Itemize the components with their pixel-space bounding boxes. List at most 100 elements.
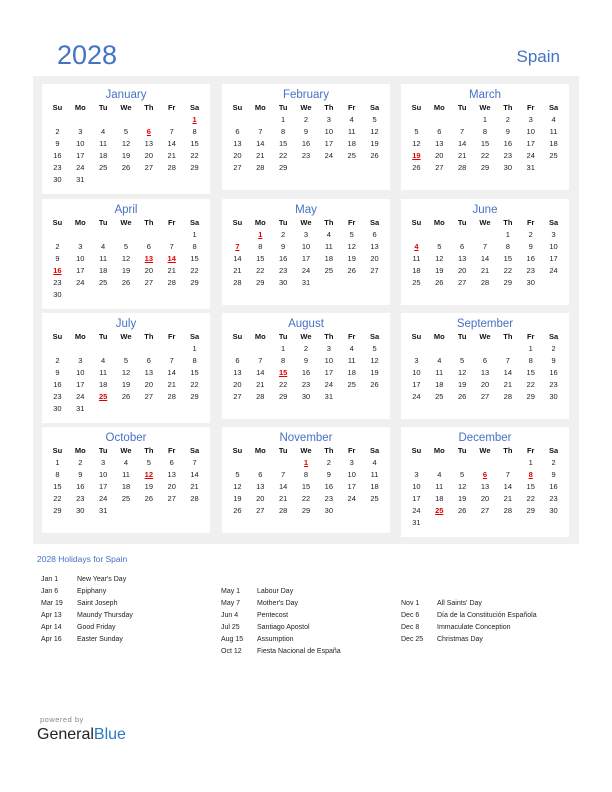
calendar-day: 23 xyxy=(549,380,558,389)
calendar-day: 27 xyxy=(480,392,490,401)
month-july: July Su Mo Tu We Th Fr Sa 1 2 3 4 5 6 7 8 9 10 11 12 13 14 15 1… xyxy=(42,313,210,423)
weekday-header: Fr xyxy=(167,446,176,455)
calendar-day: 3 xyxy=(414,470,419,479)
holiday-day: 1 xyxy=(303,458,309,467)
holiday-day: 8 xyxy=(528,470,533,479)
weekday-header: Th xyxy=(503,332,513,341)
weekday-header: Tu xyxy=(98,446,108,455)
calendar-day: 18 xyxy=(370,482,379,491)
calendar-day: 21 xyxy=(233,266,242,275)
calendar-day: 26 xyxy=(457,392,467,401)
calendar-day: 18 xyxy=(347,368,356,377)
calendar-day: 15 xyxy=(278,139,288,148)
empty-day xyxy=(137,343,160,355)
holiday-item: Oct 12 Fiesta Nacional de España xyxy=(221,646,341,658)
calendar-day: 17 xyxy=(324,368,334,377)
calendar-day: 16 xyxy=(503,139,513,148)
calendar-day: 25 xyxy=(324,266,334,275)
empty-day xyxy=(160,229,183,241)
calendar-day: 23 xyxy=(526,266,535,275)
calendar-day: 15 xyxy=(190,368,199,377)
calendar-day: 18 xyxy=(549,139,558,148)
weekday-header: Sa xyxy=(189,103,200,112)
calendar-day: 11 xyxy=(370,470,379,479)
month-june: June Su Mo Tu We Th Fr Sa 1 2 3 4 5 6 7 8 9 10 11 12 13 14 15 1… xyxy=(401,199,569,305)
empty-day xyxy=(115,114,138,126)
calendar-day: 18 xyxy=(435,380,444,389)
month-october: October Su Mo Tu We Th Fr Sa 1 2 3 4 5 6 7 8 9 10 11 12 13 14… xyxy=(42,427,210,533)
weekday-header: Mo xyxy=(74,446,86,455)
month-days-grid: Su Mo Tu We Th Fr Sa 1 2 3 4 5 6 7 8 9 10 11 12 13 14 15 16 17 1… xyxy=(42,331,210,415)
calendar-day: 8 xyxy=(258,242,263,251)
empty-day xyxy=(115,343,138,355)
calendar-day: 23 xyxy=(301,380,311,389)
calendar-day: 4 xyxy=(326,230,331,239)
holiday-item: Jul 25 Santiago Apostol xyxy=(221,622,341,634)
holiday-item: Jan 1 New Year's Day xyxy=(41,574,133,586)
holiday-day: 25 xyxy=(435,506,444,515)
weekday-header: Th xyxy=(144,332,154,341)
weekday-header: Tu xyxy=(457,218,467,227)
calendar-day: 29 xyxy=(503,278,513,287)
logo-general: General xyxy=(37,726,94,743)
calendar-day: 28 xyxy=(503,392,513,401)
calendar-day: 6 xyxy=(437,127,442,136)
calendar-day: 12 xyxy=(457,482,467,491)
empty-day xyxy=(272,457,295,469)
weekday-header: Sa xyxy=(369,218,380,227)
calendar-day: 13 xyxy=(480,482,490,491)
empty-day xyxy=(115,229,138,241)
holiday-name: New Year's Day xyxy=(77,576,127,583)
calendar-day: 9 xyxy=(55,368,60,377)
calendar-day: 5 xyxy=(437,242,442,251)
calendar-day: 29 xyxy=(278,392,288,401)
holiday-day: 19 xyxy=(412,151,421,160)
holiday-day: 7 xyxy=(235,242,240,251)
calendar-day: 6 xyxy=(460,242,465,251)
calendar-day: 19 xyxy=(144,482,154,491)
calendar-day: 26 xyxy=(144,494,154,503)
calendar-day: 3 xyxy=(78,242,83,251)
weekday-header: Su xyxy=(411,218,422,227)
calendar-day: 10 xyxy=(347,470,356,479)
calendar-day: 21 xyxy=(457,151,467,160)
calendar-day: 15 xyxy=(526,482,535,491)
calendar-day: 9 xyxy=(303,356,309,365)
calendar-day: 19 xyxy=(457,380,467,389)
calendar-day: 24 xyxy=(76,392,85,401)
weekday-header: Su xyxy=(232,103,243,112)
calendar-day: 27 xyxy=(144,392,154,401)
calendar-day: 4 xyxy=(101,127,106,136)
holiday-day: 4 xyxy=(414,242,419,251)
calendar-day: 28 xyxy=(190,494,199,503)
weekday-header: Su xyxy=(411,332,422,341)
empty-day xyxy=(92,229,115,241)
holiday-name: Immaculate Conception xyxy=(437,624,511,631)
calendar-day: 14 xyxy=(190,470,199,479)
calendar-day: 21 xyxy=(256,380,265,389)
calendar-day: 31 xyxy=(526,163,535,172)
calendar-day: 30 xyxy=(503,163,513,172)
calendar-day: 6 xyxy=(146,356,151,365)
calendar-day: 8 xyxy=(281,356,286,365)
month-name: August xyxy=(288,318,324,330)
calendar-day: 17 xyxy=(412,494,421,503)
calendar-day: 10 xyxy=(76,139,85,148)
calendar-day: 31 xyxy=(412,518,421,527)
calendar-day: 3 xyxy=(528,115,533,124)
holiday-item: Aug 15 Assumption xyxy=(221,634,341,646)
calendar-day: 6 xyxy=(482,356,488,365)
holiday-day: 6 xyxy=(146,127,151,136)
weekday-header: Fr xyxy=(526,332,535,341)
weekday-header: Mo xyxy=(254,446,266,455)
calendar-day: 3 xyxy=(101,458,106,467)
calendar-day: 19 xyxy=(457,494,467,503)
calendar-day: 16 xyxy=(278,254,288,263)
holiday-date: Dec 8 xyxy=(401,624,420,631)
month-february: February Su Mo Tu We Th Fr Sa 1 2 3 4 5 6 7 8 9 10 11 12 13 1… xyxy=(222,84,390,190)
calendar-day: 31 xyxy=(301,278,311,287)
weekday-header: We xyxy=(300,446,312,455)
empty-day xyxy=(474,457,497,469)
calendar-day: 1 xyxy=(55,458,60,467)
generalblue-logo[interactable]: GeneralBlue xyxy=(37,726,126,744)
